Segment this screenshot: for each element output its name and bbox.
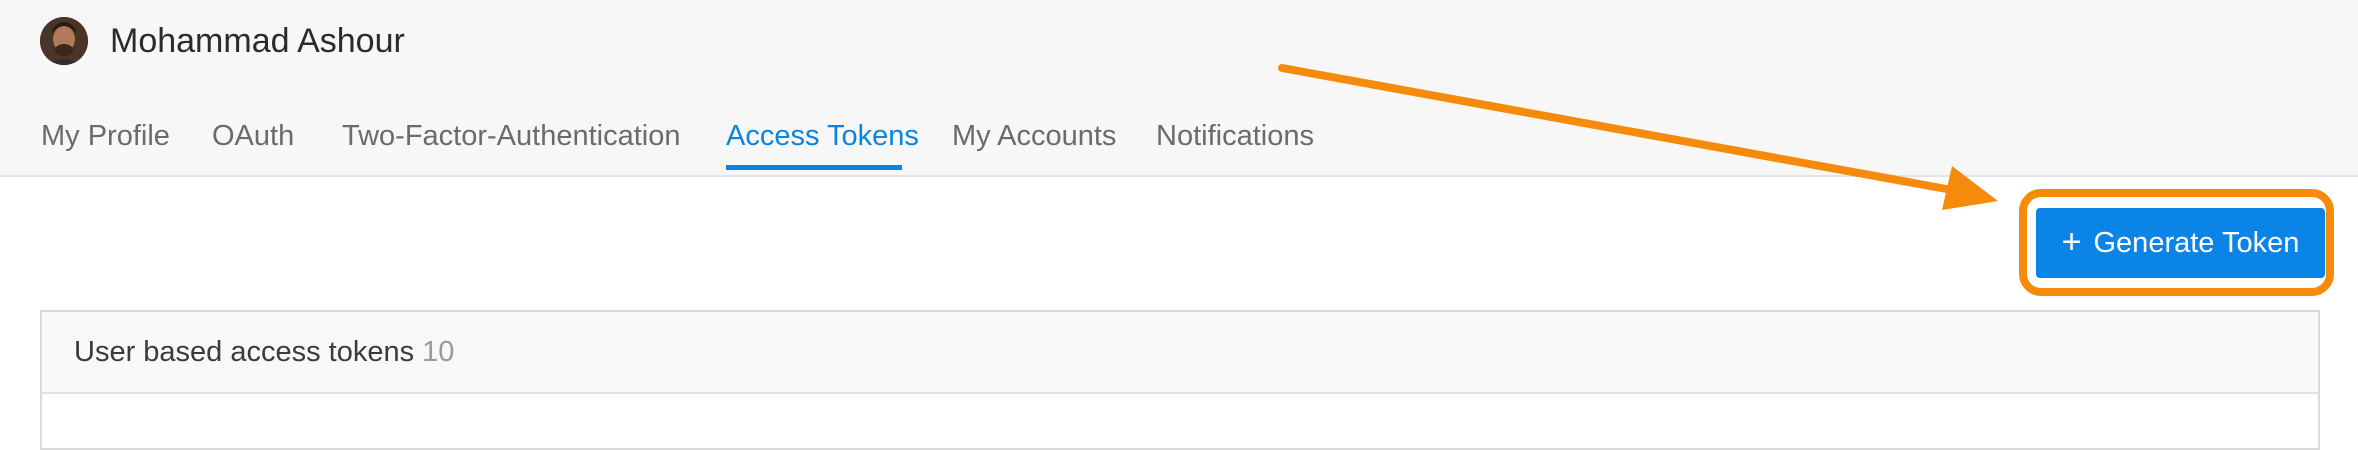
active-tab-indicator: [726, 165, 902, 170]
avatar-image: [40, 17, 88, 65]
panel-title: User based access tokens 10: [74, 332, 454, 372]
plus-icon: +: [2061, 222, 2082, 261]
panel-header: User based access tokens 10: [42, 312, 2318, 394]
tab-two-factor-authentication[interactable]: Two-Factor-Authentication: [342, 110, 680, 162]
tab-my-profile[interactable]: My Profile: [41, 110, 170, 162]
generate-token-button[interactable]: + Generate Token: [2036, 208, 2325, 278]
generate-token-label: Generate Token: [2093, 226, 2300, 259]
user-name: Mohammad Ashour: [110, 22, 405, 60]
avatar: [40, 17, 88, 65]
access-tokens-panel: User based access tokens 10: [40, 310, 2320, 450]
tab-oauth[interactable]: OAuth: [212, 110, 294, 162]
token-count: 10: [422, 336, 455, 368]
tab-my-accounts[interactable]: My Accounts: [952, 110, 1116, 162]
panel-title-text: User based access tokens: [74, 336, 415, 368]
tab-access-tokens[interactable]: Access Tokens: [726, 110, 919, 162]
tab-notifications[interactable]: Notifications: [1156, 110, 1314, 162]
